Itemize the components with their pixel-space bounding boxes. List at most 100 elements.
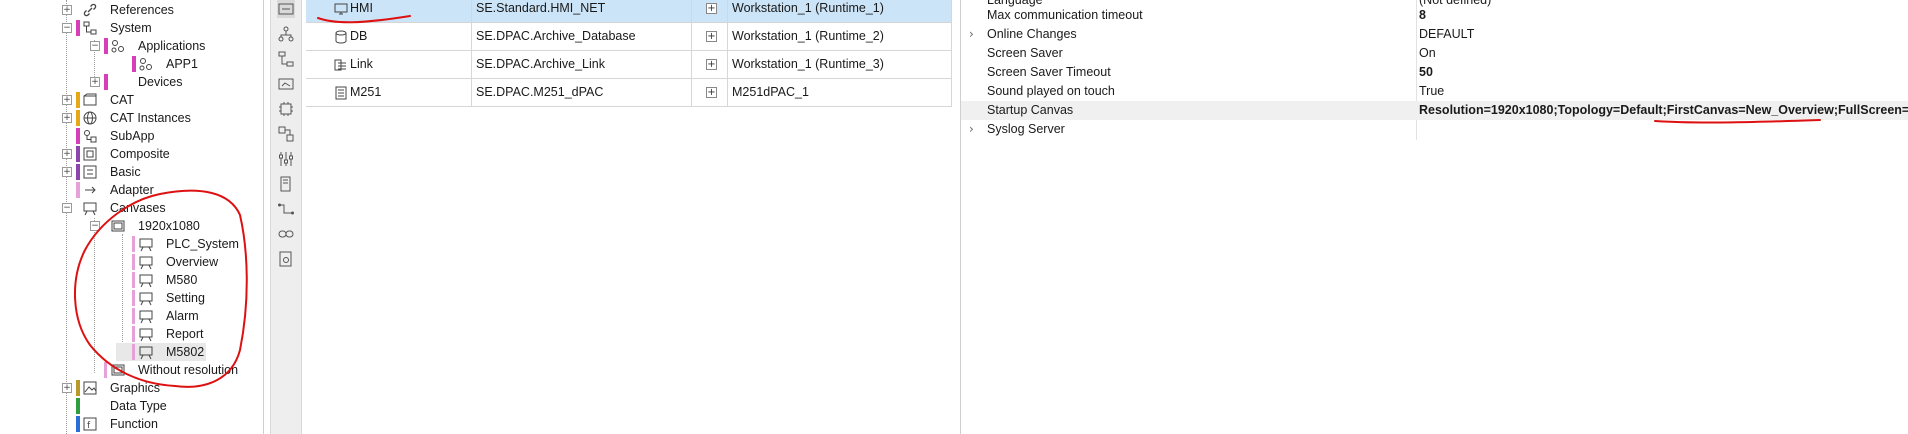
tree-item-label: SubApp [110, 129, 155, 143]
expand-cell[interactable]: + [692, 0, 728, 22]
expand-icon[interactable]: + [62, 113, 72, 123]
name-cell[interactable]: Link [306, 50, 472, 78]
property-row[interactable]: Max communication timeout 8 [961, 6, 1908, 25]
expand-icon[interactable]: + [90, 77, 100, 87]
row-name: HMI [350, 1, 373, 15]
property-row[interactable]: Sound played on touch True [961, 82, 1908, 101]
device-button[interactable] [277, 175, 295, 193]
expand-cell[interactable]: + [692, 22, 728, 50]
name-cell[interactable]: DB [306, 22, 472, 50]
property-row[interactable]: › Syslog Server [961, 120, 1908, 139]
property-value[interactable]: 50 [1419, 63, 1433, 82]
plus-icon[interactable]: + [706, 59, 717, 70]
property-value[interactable]: DEFAULT [1419, 25, 1474, 44]
type-cell[interactable]: SE.DPAC.Archive_Database [472, 22, 692, 50]
expand-cell[interactable]: + [692, 78, 728, 106]
image-view-button[interactable] [277, 75, 295, 93]
property-name: Screen Saver Timeout [987, 65, 1111, 79]
property-value[interactable]: 8 [1419, 6, 1426, 25]
resources-grid: HMI SE.Standard.HMI_NET + Workstation_1 … [306, 0, 952, 110]
property-row[interactable]: Startup Canvas Resolution=1920x1080;Topo… [961, 101, 1908, 120]
network-button[interactable] [277, 25, 295, 43]
collapse-icon[interactable]: − [62, 23, 72, 33]
tree-item-label: M5802 [166, 345, 205, 359]
solution-tree[interactable]: + References − System − Applications APP… [0, 0, 264, 434]
category-color-bar [132, 344, 135, 360]
canvas-icon [138, 236, 154, 252]
connection-button[interactable] [277, 125, 295, 143]
expand-icon[interactable]: + [62, 95, 72, 105]
tree-item-label: Setting [166, 291, 205, 305]
resource-cell[interactable]: Workstation_1 (Runtime_1) [728, 0, 952, 22]
table-row[interactable]: Link SE.DPAC.Archive_Link + Workstation_… [306, 50, 952, 79]
property-value[interactable]: Resolution=1920x1080;Topology=Default;Fi… [1419, 101, 1908, 120]
property-row[interactable]: Screen Saver Timeout 50 [961, 63, 1908, 82]
tree-item-canvas-m5802[interactable]: M5802 [116, 343, 206, 361]
canvas-icon [138, 326, 154, 342]
expand-cell[interactable]: + [692, 50, 728, 78]
category-color-bar [104, 362, 107, 378]
row-name: DB [350, 29, 368, 43]
category-color-bar [76, 110, 80, 126]
property-row[interactable]: Screen Saver On [961, 44, 1908, 63]
chevron-right-icon[interactable]: › [969, 120, 974, 139]
expand-icon[interactable]: + [62, 167, 72, 177]
basic-icon [82, 164, 98, 180]
category-color-bar [132, 290, 135, 306]
property-value[interactable]: On [1419, 44, 1436, 63]
tree-guide-line [94, 218, 95, 373]
vertical-toolbar [270, 0, 302, 434]
plus-icon[interactable]: + [706, 31, 717, 42]
name-cell[interactable]: HMI [306, 0, 472, 22]
tree-item-label: Data Type [110, 399, 167, 413]
link-button[interactable] [277, 225, 295, 243]
connection-icon [278, 126, 294, 142]
settings-button[interactable] [277, 250, 295, 268]
tree-item-label: PLC_System [166, 237, 239, 251]
expand-icon[interactable]: + [62, 149, 72, 159]
collapse-icon[interactable]: − [90, 221, 100, 231]
hierarchy-button[interactable] [277, 50, 295, 68]
type-cell[interactable]: SE.Standard.HMI_NET [472, 0, 692, 22]
expand-icon[interactable]: + [62, 383, 72, 393]
database-icon [334, 30, 348, 44]
property-row[interactable]: › Online Changes DEFAULT [961, 25, 1908, 44]
resolution-icon [110, 218, 126, 234]
canvas-icon [82, 200, 98, 216]
tree-item-label: M580 [166, 273, 198, 287]
tree-item-label: References [110, 3, 174, 17]
grid-view-button[interactable] [277, 0, 295, 18]
system-icon [82, 20, 98, 36]
table-row[interactable]: M251 SE.DPAC.M251_dPAC + M251dPAC_1 [306, 78, 952, 107]
chevron-right-icon[interactable]: › [969, 25, 974, 44]
type-cell[interactable]: SE.DPAC.Archive_Link [472, 50, 692, 78]
category-color-bar [76, 182, 80, 198]
table-row[interactable]: DB SE.DPAC.Archive_Database + Workstatio… [306, 22, 952, 51]
collapse-icon[interactable]: − [62, 203, 72, 213]
datatype-icon [82, 398, 98, 414]
devices-icon [110, 74, 126, 90]
expand-icon[interactable]: + [62, 5, 72, 15]
chip-button[interactable] [277, 100, 295, 118]
resource-cell[interactable]: Workstation_1 (Runtime_3) [728, 50, 952, 78]
globe-icon [82, 110, 98, 126]
property-value[interactable]: True [1419, 82, 1444, 101]
wiring-button[interactable] [277, 200, 295, 218]
table-row[interactable]: HMI SE.Standard.HMI_NET + Workstation_1 … [306, 0, 952, 23]
sliders-button[interactable] [277, 150, 295, 168]
name-cell[interactable]: M251 [306, 78, 472, 106]
plus-icon[interactable]: + [706, 87, 717, 98]
chain-icon [278, 230, 294, 238]
category-color-bar [76, 20, 80, 36]
type-cell[interactable]: SE.DPAC.M251_dPAC [472, 78, 692, 106]
collapse-icon[interactable]: − [90, 41, 100, 51]
property-name: Max communication timeout [987, 8, 1143, 22]
tree-item-label: Function [110, 417, 158, 431]
resource-cell[interactable]: Workstation_1 (Runtime_2) [728, 22, 952, 50]
tree-item-label: Devices [138, 75, 183, 89]
resource-cell[interactable]: M251dPAC_1 [728, 78, 952, 106]
wiring-icon [278, 203, 294, 215]
applications-icon [110, 38, 126, 54]
resolution-icon [110, 362, 126, 378]
plus-icon[interactable]: + [706, 3, 717, 14]
